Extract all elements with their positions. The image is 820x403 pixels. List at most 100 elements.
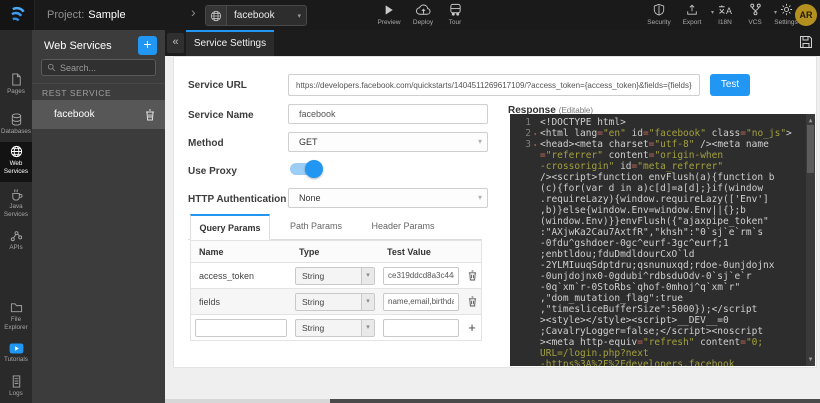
tab-service-settings[interactable]: Service Settings: [186, 30, 274, 56]
deploy-button[interactable]: Deploy: [405, 3, 441, 26]
code-lines: 1<!DOCTYPE html>2▾<html lang="en" id="fa…: [510, 117, 806, 366]
chevron-down-icon: ▾: [361, 268, 374, 284]
scrollbar-thumb[interactable]: [807, 125, 814, 173]
param-test-value-input[interactable]: [383, 293, 459, 311]
code-line: ><meta http-equiv="refresh" content="0;: [510, 337, 806, 348]
sidebar-item-pages[interactable]: Pages: [0, 70, 32, 104]
sidebar-item-tutorials[interactable]: Tutorials: [0, 340, 32, 370]
toggle-knob: [305, 160, 323, 178]
video-play-icon: [0, 343, 32, 354]
code-line: -https%3A%2F%2Fdevelopers.facebook: [510, 359, 806, 366]
page-background: [165, 368, 820, 399]
logo-icon: [7, 5, 27, 25]
param-name: access_token: [191, 271, 291, 281]
response-editor[interactable]: 1<!DOCTYPE html>2▾<html lang="en" id="fa…: [510, 114, 815, 366]
chevron-down-icon: ▾: [478, 133, 482, 151]
sidebar-item-web-services[interactable]: Web Services: [0, 142, 32, 182]
search-icon: [47, 63, 56, 72]
horizontal-scrollbar-thumb[interactable]: [330, 399, 820, 403]
code-line: ;CavalryLogger=false;</script><noscript: [510, 326, 806, 337]
code-line: -2YLMIuuqSdptdru;qsnunuxqd;rdoe-0unjdojn…: [510, 260, 806, 271]
service-name-input[interactable]: [288, 104, 488, 124]
export-icon: ▾: [674, 3, 710, 16]
code-line: /><script>function envFlush(a){function …: [510, 172, 806, 183]
method-select[interactable]: GET ▾: [288, 132, 488, 152]
tour-button[interactable]: Tour: [437, 3, 473, 26]
app-logo[interactable]: [0, 0, 35, 30]
code-line: .requireLazy){window.requireLazy(['Env']: [510, 194, 806, 205]
service-url-label: Service URL: [188, 80, 247, 91]
http-auth-label: HTTP Authentication: [188, 194, 286, 205]
coffee-cup-icon: [0, 188, 32, 201]
method-label: Method: [188, 138, 224, 149]
code-line: (window.Env)}}envFlush({"ajaxpipe_token": [510, 216, 806, 227]
column-type: Type: [291, 247, 379, 257]
project-breadcrumb: Project:Sample: [47, 0, 126, 30]
sidebar-item-file-explorer[interactable]: File Explorer: [0, 298, 32, 338]
code-line: -crossorigin" id="meta_referrer": [510, 161, 806, 172]
play-icon: [371, 3, 407, 16]
code-line: ,"dom_mutation_flag":true: [510, 293, 806, 304]
code-line: 3▾<head><meta charset="utf-8" /><meta na…: [510, 139, 806, 150]
test-button[interactable]: Test: [710, 74, 750, 96]
use-proxy-toggle[interactable]: [290, 163, 320, 175]
tab-query-params[interactable]: Query Params: [190, 214, 270, 240]
add-row-button[interactable]: +: [463, 320, 481, 335]
code-line: -0fdu^gshdoer-0gc^eurf-3gc^eurf;1: [510, 238, 806, 249]
sidebar-item-databases[interactable]: Databases: [0, 110, 32, 144]
code-line: ,b)}else{window.Env=window.Env||{};b: [510, 205, 806, 216]
panel-title: Web Services: [44, 40, 112, 52]
tab-bar: « Service Settings: [165, 30, 820, 56]
table-row: access_token String ▾: [191, 262, 481, 288]
column-name: Name: [191, 247, 291, 257]
chevron-down-icon: ▾: [478, 189, 482, 207]
chevron-down-icon: ▾: [361, 320, 374, 336]
sidebar-item-apis[interactable]: APIs: [0, 226, 32, 256]
code-line: ,"timesliceBufferSize":5000});</script: [510, 304, 806, 315]
new-param-name-input[interactable]: [195, 319, 287, 337]
nodes-icon: [0, 229, 32, 242]
chevron-right-icon: ›: [191, 4, 196, 20]
service-url-input[interactable]: [288, 74, 700, 96]
tab-path-params[interactable]: Path Params: [280, 214, 352, 240]
add-service-button[interactable]: +: [138, 36, 157, 55]
delete-row-icon[interactable]: [463, 270, 481, 281]
scroll-down-icon[interactable]: ▼: [806, 354, 815, 365]
table-header-row: Name Type Test Value: [191, 240, 481, 262]
search-input[interactable]: [60, 63, 140, 73]
folder-icon: [0, 301, 32, 314]
query-params-table: Name Type Test Value access_token String…: [190, 240, 482, 341]
code-line: URL=/login.php?next: [510, 348, 806, 359]
sidebar-item-logs[interactable]: Logs: [0, 372, 32, 402]
code-line: 2▾<html lang="en" id="facebook" class="n…: [510, 128, 806, 139]
globe-icon: [206, 6, 227, 25]
table-row: fields String ▾: [191, 288, 481, 314]
preview-button[interactable]: Preview: [371, 3, 407, 26]
security-button[interactable]: Security: [641, 3, 677, 26]
delete-row-icon[interactable]: [463, 296, 481, 307]
chevron-down-icon: ▾: [361, 294, 374, 310]
sidebar-item-java-services[interactable]: Java Services: [0, 185, 32, 225]
user-avatar[interactable]: AR: [795, 4, 817, 26]
service-list-item-facebook[interactable]: facebook: [32, 100, 165, 129]
project-name: Sample: [88, 9, 125, 21]
main-content: « Service Settings Service URL Test Serv…: [165, 30, 820, 403]
param-type-select[interactable]: String ▾: [295, 267, 375, 285]
service-selector-dropdown[interactable]: facebook ▾: [205, 5, 307, 26]
param-type-select[interactable]: String ▾: [295, 293, 375, 311]
use-proxy-label: Use Proxy: [188, 166, 237, 177]
param-type-select[interactable]: String ▾: [295, 319, 375, 337]
save-button[interactable]: [799, 35, 813, 49]
rest-service-section-label: REST SERVICE: [42, 88, 111, 98]
svg-text:A: A: [725, 6, 731, 16]
delete-service-icon[interactable]: [145, 109, 155, 121]
export-button[interactable]: ▾ Export: [674, 3, 710, 26]
collapse-panel-button[interactable]: «: [167, 33, 184, 53]
new-param-test-value-input[interactable]: [383, 319, 459, 337]
document-lines-icon: [0, 375, 32, 388]
param-test-value-input[interactable]: [383, 267, 459, 285]
top-bar: Project:Sample › facebook ▾ Preview: [0, 0, 820, 30]
tab-header-params[interactable]: Header Params: [360, 214, 446, 240]
http-auth-select[interactable]: None ▾: [288, 188, 488, 208]
code-line: ><style></style><script>__DEV__=0: [510, 315, 806, 326]
